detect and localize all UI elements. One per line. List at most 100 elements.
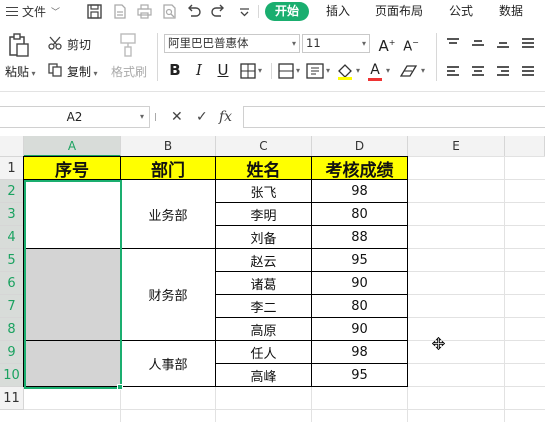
font-size-select[interactable]: 11 ▾ [302, 34, 370, 53]
increase-font-size-button[interactable]: A+ [378, 34, 396, 55]
tab-insert[interactable]: 插入 [326, 2, 350, 21]
row-header-10[interactable]: 10 [0, 364, 24, 387]
align-justify-icon[interactable] [522, 38, 534, 48]
select-all-corner[interactable] [0, 136, 24, 157]
tab-home[interactable]: 开始 [265, 2, 310, 21]
decrease-font-size-button[interactable]: A− [402, 34, 420, 54]
name-cell[interactable]: 李二 [216, 295, 312, 318]
formula-input[interactable] [243, 106, 545, 128]
confirm-icon[interactable]: ✓ [196, 107, 208, 127]
copy-icon[interactable] [48, 63, 62, 77]
align-top-icon[interactable] [447, 38, 459, 48]
score-cell[interactable]: 95 [312, 364, 408, 387]
department-cell[interactable]: 人事部 [121, 341, 216, 387]
name-cell[interactable]: 张飞 [216, 180, 312, 203]
italic-button[interactable]: I [191, 61, 207, 79]
name-box[interactable]: A2 ▾ [0, 106, 150, 128]
score-cell[interactable]: 95 [312, 249, 408, 272]
merged-serial-cell[interactable] [23, 249, 121, 341]
name-cell[interactable]: 赵云 [216, 249, 312, 272]
paste-button[interactable]: 粘贴 ▾ [5, 63, 36, 80]
row-header-9[interactable]: 9 [0, 341, 24, 364]
column-header-e[interactable]: E [408, 136, 505, 157]
chevron-down-icon[interactable]: ▾ [296, 66, 300, 75]
file-menu-button[interactable]: 文件 ﹀ [6, 3, 60, 20]
tab-page-layout[interactable]: 页面布局 [375, 2, 423, 21]
column-header-c[interactable]: C [216, 136, 312, 157]
align-middle-icon[interactable] [472, 38, 484, 48]
column-header-b[interactable]: B [121, 136, 216, 157]
cut-button[interactable]: 剪切 [67, 36, 91, 53]
customize-toolbar-icon[interactable] [236, 3, 253, 20]
chevron-down-icon[interactable]: ▾ [421, 66, 425, 75]
department-cell[interactable]: 财务部 [121, 249, 216, 341]
score-cell[interactable]: 88 [312, 226, 408, 249]
borders-icon[interactable] [240, 63, 256, 79]
align-right-icon[interactable] [497, 66, 509, 76]
merge-cells-icon[interactable] [278, 63, 294, 79]
header-cell-c[interactable]: 姓名 [216, 156, 312, 181]
tab-data[interactable]: 数据 [499, 2, 523, 21]
align-left-icon[interactable] [447, 66, 459, 76]
chevron-down-icon[interactable]: ▾ [258, 66, 262, 75]
name-cell[interactable]: 李明 [216, 203, 312, 226]
font-color-button[interactable]: A [367, 61, 383, 79]
insert-function-icon[interactable]: fx [219, 107, 232, 127]
tab-formulas[interactable]: 公式 [449, 2, 473, 21]
export-pdf-icon[interactable] [111, 3, 128, 20]
merged-serial-cell[interactable] [23, 341, 121, 387]
format-painter-icon[interactable] [118, 33, 138, 57]
name-cell[interactable]: 刘备 [216, 226, 312, 249]
chevron-down-icon[interactable]: ▾ [326, 66, 330, 75]
save-icon[interactable] [86, 3, 103, 20]
chevron-down-icon[interactable]: ▾ [386, 66, 390, 75]
cell-style-icon[interactable] [306, 63, 324, 79]
score-cell[interactable]: 90 [312, 318, 408, 341]
column-header-next[interactable] [505, 136, 545, 157]
department-cell[interactable]: 业务部 [121, 180, 216, 249]
header-cell-d[interactable]: 考核成绩 [312, 156, 408, 181]
merged-serial-cell[interactable] [23, 180, 121, 249]
fill-color-icon[interactable] [336, 63, 354, 80]
bold-button[interactable]: B [167, 61, 183, 79]
scissors-icon[interactable] [48, 36, 62, 50]
cancel-icon[interactable]: ✕ [171, 107, 183, 127]
print-icon[interactable] [136, 3, 153, 20]
row-header-4[interactable]: 4 [0, 226, 24, 249]
font-name-select[interactable]: 阿里巴巴普惠体 ▾ [164, 34, 300, 53]
format-painter-button[interactable]: 格式刷 [111, 63, 147, 80]
print-preview-icon[interactable] [161, 3, 178, 20]
column-header-a[interactable]: A [24, 136, 121, 157]
row-header-6[interactable]: 6 [0, 272, 24, 295]
header-cell-b[interactable]: 部门 [121, 156, 216, 181]
row-header-3[interactable]: 3 [0, 203, 24, 226]
name-cell[interactable]: 高峰 [216, 364, 312, 387]
score-cell[interactable]: 98 [312, 180, 408, 203]
row-header-8[interactable]: 8 [0, 318, 24, 341]
copy-button[interactable]: 复制 ▾ [67, 63, 98, 80]
name-cell[interactable]: 高原 [216, 318, 312, 341]
redo-icon[interactable] [210, 3, 227, 20]
row-header-2[interactable]: 2 [0, 180, 24, 203]
row-header-7[interactable]: 7 [0, 295, 24, 318]
header-cell-a[interactable]: 序号 [23, 156, 121, 181]
underline-button[interactable]: U [214, 61, 232, 79]
eraser-icon[interactable] [400, 64, 418, 79]
score-cell[interactable]: 98 [312, 341, 408, 364]
undo-icon[interactable] [185, 3, 202, 20]
chevron-down-icon[interactable]: ▾ [356, 66, 360, 75]
name-cell[interactable]: 诸葛 [216, 272, 312, 295]
distributed-align-icon[interactable] [522, 66, 534, 76]
name-cell[interactable]: 任人 [216, 341, 312, 364]
paste-icon[interactable] [8, 33, 30, 57]
fill-handle[interactable] [117, 384, 123, 390]
align-bottom-icon[interactable] [497, 38, 509, 48]
column-header-d[interactable]: D [312, 136, 408, 157]
score-cell[interactable]: 80 [312, 295, 408, 318]
row-header-11[interactable]: 11 [0, 387, 24, 410]
row-header-5[interactable]: 5 [0, 249, 24, 272]
score-cell[interactable]: 90 [312, 272, 408, 295]
row-header-1[interactable]: 1 [0, 157, 24, 180]
align-center-icon[interactable] [472, 66, 484, 76]
score-cell[interactable]: 80 [312, 203, 408, 226]
